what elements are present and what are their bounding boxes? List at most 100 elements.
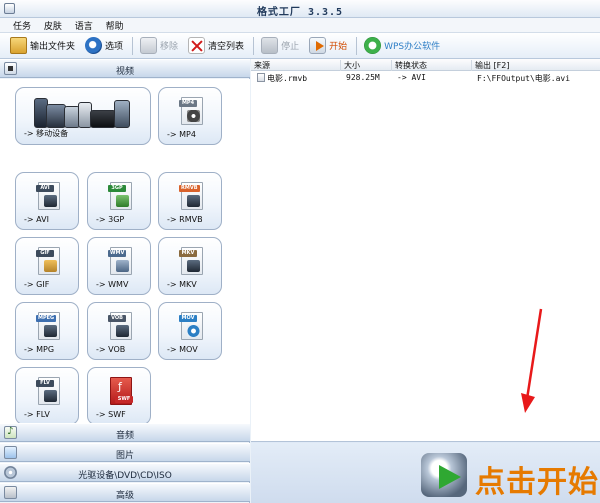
stop-label: 停止 — [281, 42, 300, 52]
title-bar: 格式工厂 3.3.5 — [0, 0, 600, 18]
menu-task[interactable]: 任务 — [8, 18, 36, 33]
tile-3gp[interactable]: 3GP -> 3GP — [87, 172, 151, 230]
play-icon — [309, 37, 327, 54]
start-conversion-icon — [421, 453, 467, 497]
video-category-header[interactable]: 视频 — [0, 59, 250, 78]
options-label: 选项 — [105, 42, 124, 52]
rom-category-header[interactable]: 光驱设备\DVD\CD\ISO — [0, 463, 250, 482]
tile-flv[interactable]: FLV -> FLV — [15, 367, 79, 425]
mov-file-icon: MOV — [179, 312, 203, 340]
red-arrow-annotation — [521, 308, 543, 413]
advanced-category-header[interactable]: 高级 — [0, 483, 250, 502]
tile-vob[interactable]: VOB -> VOB — [87, 302, 151, 360]
avi-file-icon: AVI — [36, 182, 60, 210]
table-row[interactable]: 电影.rmvb 928.25M -> AVI F:\FFOutput\电影.av… — [251, 72, 600, 83]
wmv-file-icon: WMV — [108, 247, 132, 275]
start-label: 开始 — [329, 42, 348, 52]
menu-language[interactable]: 语言 — [70, 18, 98, 33]
output-folder-label: 输出文件夹 — [30, 42, 76, 52]
menu-skin[interactable]: 皮肤 — [39, 18, 67, 33]
row-status: -> AVI — [397, 73, 426, 82]
rom-category-label: 光驱设备\DVD\CD\ISO — [78, 471, 172, 481]
task-panel: 来源 大小 转换状态 输出 [F2] 电影.rmvb 928.25M -> AV… — [251, 59, 600, 503]
tile-label: -> 移动设备 — [24, 129, 69, 138]
tile-mov[interactable]: MOV -> MOV — [158, 302, 222, 360]
remove-icon — [140, 37, 158, 54]
clear-list-label: 清空列表 — [208, 42, 245, 52]
bottom-bar: 点击开始 — [251, 443, 600, 503]
category-panel: 视频 -> 移动设备 MP4 -> MP4 AVI -> AVI 3GP -> … — [0, 59, 250, 503]
toolbar-divider — [356, 36, 358, 55]
advanced-category-label: 高级 — [115, 491, 134, 501]
wps-button[interactable]: WPS办公软件 — [360, 35, 444, 57]
flv-file-icon: FLV — [36, 377, 60, 405]
tile-label: -> SWF — [96, 410, 126, 419]
file-list[interactable]: 来源 大小 转换状态 输出 [F2] 电影.rmvb 928.25M -> AV… — [251, 59, 600, 442]
tile-label: -> FLV — [24, 410, 50, 419]
audio-category-label: 音频 — [115, 431, 134, 441]
row-source: 电影.rmvb — [254, 73, 307, 84]
clear-list-button[interactable]: 清空列表 — [184, 35, 248, 57]
tile-label: -> MP4 — [167, 130, 196, 139]
toolbar-divider — [132, 36, 134, 55]
wps-label: WPS办公软件 — [384, 42, 441, 52]
video-file-icon — [257, 73, 265, 82]
click-start-label: 点击开始 — [475, 465, 599, 500]
tile-mkv[interactable]: MKV -> MKV — [158, 237, 222, 295]
tile-label: -> 3GP — [96, 215, 125, 224]
video-format-grid: -> 移动设备 MP4 -> MP4 AVI -> AVI 3GP -> 3GP… — [0, 79, 250, 430]
tile-label: -> VOB — [96, 345, 126, 354]
mp4-file-icon: MP4 — [179, 97, 203, 125]
gif-file-icon: GIF — [36, 247, 60, 275]
vob-file-icon: VOB — [108, 312, 132, 340]
tile-mpg[interactable]: MPEG -> MPG — [15, 302, 79, 360]
options-icon — [85, 37, 103, 54]
menu-help[interactable]: 帮助 — [101, 18, 129, 33]
tile-mp4[interactable]: MP4 -> MP4 — [158, 87, 222, 145]
tile-label: -> WMV — [96, 280, 129, 289]
output-folder-button[interactable]: 输出文件夹 — [6, 35, 79, 57]
stop-icon — [261, 37, 279, 54]
tile-label: -> MKV — [167, 280, 197, 289]
stop-button[interactable]: 停止 — [257, 35, 303, 57]
mkv-file-icon: MKV — [179, 247, 203, 275]
rmvb-file-icon: RMVB — [179, 182, 203, 210]
click-start-button[interactable]: 点击开始 — [419, 451, 600, 501]
window-title: 格式工厂 3.3.5 — [256, 7, 344, 18]
tile-gif[interactable]: GIF -> GIF — [15, 237, 79, 295]
tile-swf[interactable]: SWF ƒ -> SWF — [87, 367, 151, 425]
tile-label: -> MOV — [167, 345, 198, 354]
tile-wmv[interactable]: WMV -> WMV — [87, 237, 151, 295]
tile-rmvb[interactable]: RMVB -> RMVB — [158, 172, 222, 230]
tile-label: -> AVI — [24, 215, 49, 224]
toolbar-divider — [253, 36, 255, 55]
tile-label: -> MPG — [24, 345, 55, 354]
video-category-label: 视频 — [115, 67, 134, 77]
picture-category-header[interactable]: 图片 — [0, 443, 250, 462]
tile-label: -> GIF — [24, 280, 50, 289]
column-status[interactable]: 转换状态 — [391, 60, 471, 71]
row-output: F:\FFOutput\电影.avi — [477, 74, 571, 83]
toolbar: 输出文件夹 选项 移除 清空列表 停止 开始 WPS办公软件 — [0, 33, 600, 59]
file-list-header: 来源 大小 转换状态 输出 [F2] — [251, 59, 600, 71]
tile-avi[interactable]: AVI -> AVI — [15, 172, 79, 230]
column-source[interactable]: 来源 — [251, 60, 340, 71]
mobile-devices-icon — [34, 94, 134, 128]
options-button[interactable]: 选项 — [81, 35, 127, 57]
row-size: 928.25M — [346, 73, 380, 82]
tile-label: -> RMVB — [167, 215, 203, 224]
audio-category-header[interactable]: 音频 — [0, 423, 250, 442]
remove-label: 移除 — [160, 42, 179, 52]
tile-mobile-devices[interactable]: -> 移动设备 — [15, 87, 151, 145]
clear-icon — [188, 37, 206, 54]
folder-icon — [10, 37, 27, 54]
wps-icon — [364, 37, 382, 54]
start-button[interactable]: 开始 — [305, 35, 351, 57]
3gp-file-icon: 3GP — [108, 182, 132, 210]
menu-bar: 任务 皮肤 语言 帮助 — [0, 18, 600, 33]
mpg-file-icon: MPEG — [36, 312, 60, 340]
remove-button[interactable]: 移除 — [136, 35, 182, 57]
column-size[interactable]: 大小 — [340, 60, 391, 71]
column-output[interactable]: 输出 [F2] — [471, 60, 600, 71]
picture-category-label: 图片 — [115, 451, 134, 461]
